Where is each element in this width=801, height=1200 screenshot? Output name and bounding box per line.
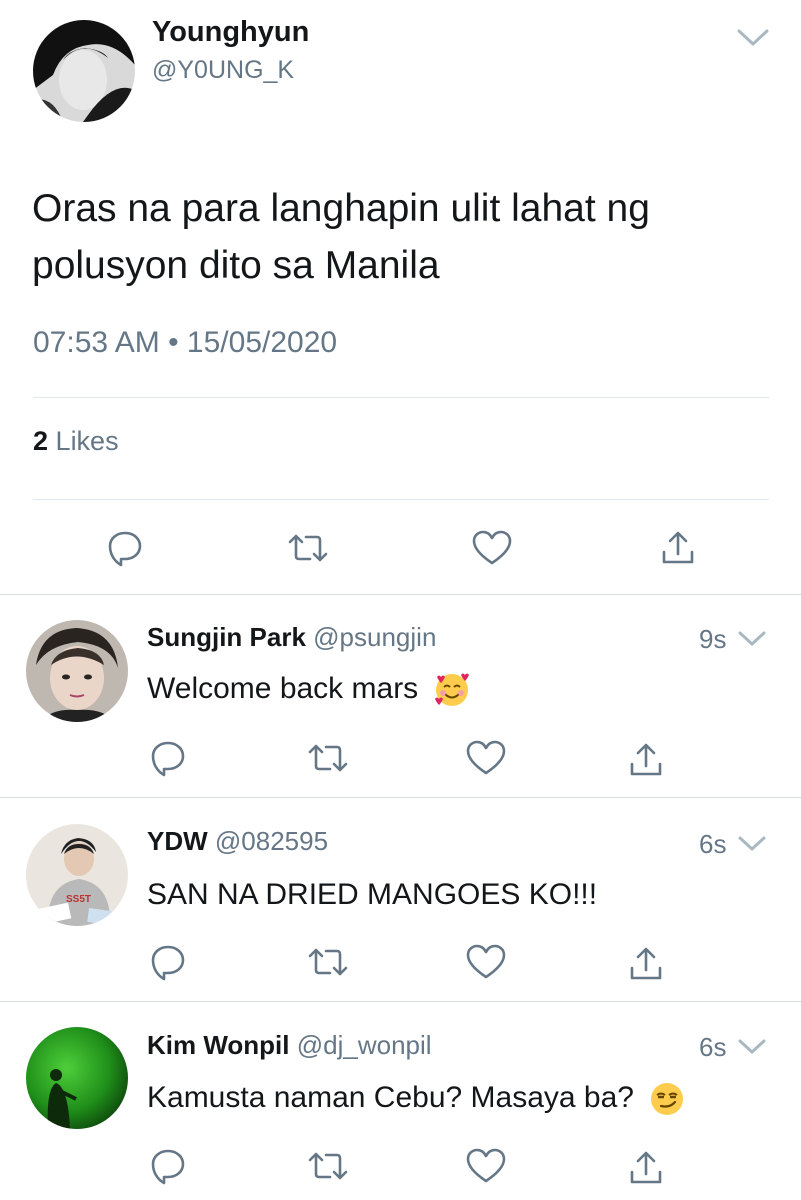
chevron-down-icon[interactable]: [737, 630, 767, 648]
reply-author[interactable]: Kim Wonpil @dj_wonpil: [147, 1030, 432, 1061]
reply-icon[interactable]: [148, 942, 188, 982]
reply-text: SAN NA DRIED MANGOES KO!!!: [147, 878, 598, 911]
reply-text-content: Welcome back mars: [147, 671, 419, 705]
author-avatar[interactable]: [33, 20, 135, 122]
heart-icon[interactable]: [465, 738, 507, 778]
reply-handle[interactable]: @psungjin: [313, 622, 436, 652]
share-icon[interactable]: [626, 1148, 666, 1188]
likes-summary[interactable]: 2 Likes: [33, 426, 119, 457]
reply-text: Kamusta naman Cebu? Masaya ba?: [147, 1080, 686, 1118]
reply-icon[interactable]: [148, 738, 188, 778]
share-icon[interactable]: [658, 528, 698, 568]
likes-label: Likes: [55, 426, 119, 456]
divider: [0, 594, 801, 595]
reply-avatar[interactable]: SS5T: [26, 824, 128, 926]
retweet-icon[interactable]: [286, 528, 330, 568]
chevron-down-icon[interactable]: [737, 1038, 767, 1056]
heart-icon[interactable]: [471, 528, 513, 568]
divider: [0, 1001, 801, 1002]
divider: [0, 797, 801, 798]
reply-name[interactable]: Sungjin Park: [147, 622, 306, 652]
reply-icon[interactable]: [105, 528, 145, 568]
tweet-text: Oras na para langhapin ulit lahat ng pol…: [32, 187, 650, 287]
divider: [33, 397, 769, 398]
reply-text-content: Kamusta naman Cebu? Masaya ba?: [147, 1080, 634, 1114]
reply-name[interactable]: Kim Wonpil: [147, 1030, 290, 1060]
reply-text: Welcome back mars: [147, 671, 471, 709]
reply-handle[interactable]: @082595: [215, 826, 328, 856]
author-handle[interactable]: @Y0UNG_K: [152, 56, 294, 85]
reply-avatar[interactable]: [26, 1027, 128, 1129]
heart-icon[interactable]: [465, 1146, 507, 1186]
author-name[interactable]: Younghyun: [152, 16, 309, 49]
reply-avatar[interactable]: [26, 620, 128, 722]
reply-icon[interactable]: [148, 1146, 188, 1186]
retweet-icon[interactable]: [306, 942, 350, 982]
reply-author[interactable]: Sungjin Park @psungjin: [147, 622, 436, 653]
smirking-face-emoji: [651, 1083, 684, 1115]
chevron-down-icon[interactable]: [736, 28, 770, 48]
share-icon[interactable]: [626, 740, 666, 780]
reply-time[interactable]: 6s: [699, 1032, 726, 1063]
reply-time[interactable]: 6s: [699, 829, 726, 860]
share-icon[interactable]: [626, 944, 666, 984]
retweet-icon[interactable]: [306, 1146, 350, 1186]
divider: [33, 499, 769, 500]
tweet-timestamp[interactable]: 07:53 AM • 15/05/2020: [33, 326, 337, 360]
reply-handle[interactable]: @dj_wonpil: [297, 1030, 432, 1060]
smiling-face-with-hearts-emoji: [434, 673, 469, 706]
likes-count: 2: [33, 426, 49, 456]
retweet-icon[interactable]: [306, 738, 350, 778]
chevron-down-icon[interactable]: [737, 835, 767, 853]
heart-icon[interactable]: [465, 942, 507, 982]
svg-text:SS5T: SS5T: [66, 894, 91, 905]
reply-name[interactable]: YDW: [147, 826, 208, 856]
reply-time[interactable]: 9s: [699, 624, 726, 655]
reply-author[interactable]: YDW @082595: [147, 826, 328, 857]
